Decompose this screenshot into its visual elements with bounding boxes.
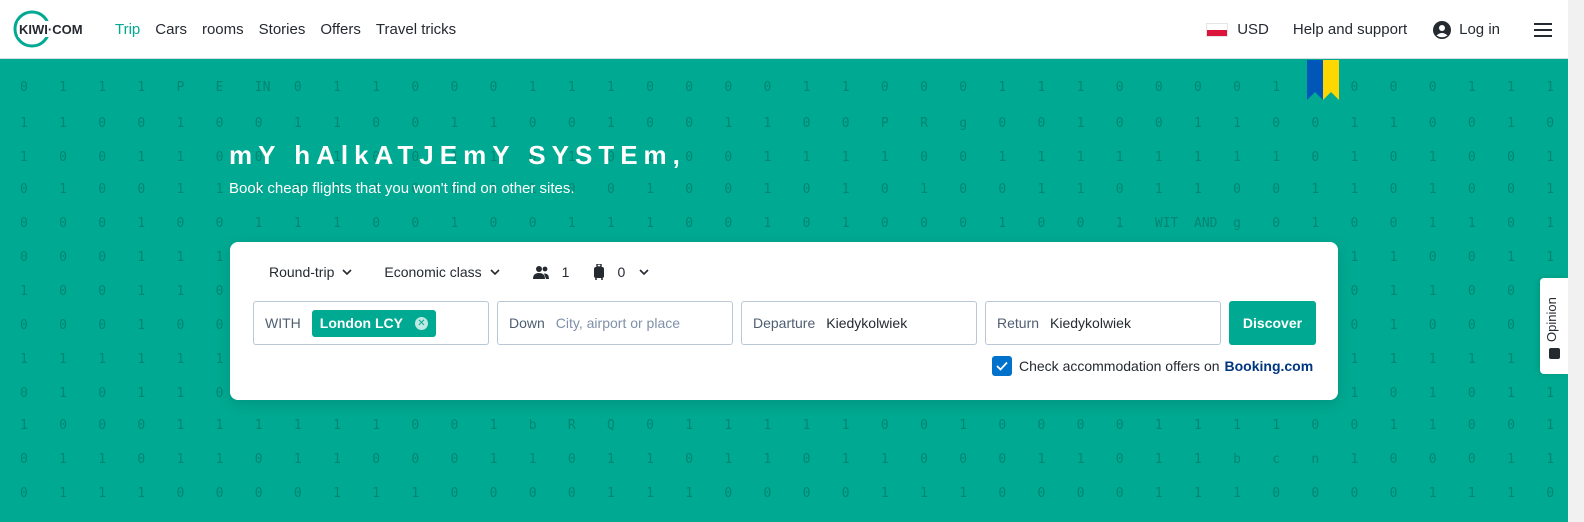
currency-selector[interactable]: USD [1206, 21, 1269, 38]
cabin-class-label: Economic class [384, 264, 482, 280]
chevron-down-icon [490, 269, 500, 275]
chevron-down-icon [639, 269, 649, 275]
origin-label: WITH [265, 315, 301, 331]
booking-text: Check accommodation offers on [1019, 358, 1220, 374]
booking-checkbox[interactable] [992, 356, 1012, 376]
return-value: Kiedykolwiek [1050, 315, 1131, 331]
destination-label: Down [509, 315, 545, 331]
currency-label: USD [1237, 21, 1269, 38]
opinion-label: Opinion [1544, 297, 1559, 342]
hamburger-menu-icon[interactable] [1534, 22, 1552, 37]
login-button[interactable]: Log in [1433, 20, 1500, 39]
origin-field[interactable]: WITH London LCY ✕ [253, 301, 489, 345]
poland-flag-icon [1206, 22, 1229, 37]
luggage-icon [594, 264, 605, 280]
destination-placeholder: City, airport or place [555, 315, 681, 331]
destination-field[interactable]: Down City, airport or place [497, 301, 733, 345]
search-card: Round-trip Economic class 1 0 WITH Londo… [230, 242, 1338, 400]
nav-cars[interactable]: Cars [155, 21, 187, 38]
logo-text: KIWI·COM [19, 22, 83, 37]
departure-field[interactable]: Departure Kiedykolwiek [741, 301, 977, 345]
bags-selector[interactable]: 0 [593, 264, 649, 280]
page-scrollbar[interactable] [1568, 0, 1584, 522]
nav-offers[interactable]: Offers [320, 21, 361, 38]
help-link[interactable]: Help and support [1293, 21, 1407, 38]
user-icon [1433, 20, 1452, 39]
feedback-icon [1549, 348, 1560, 359]
bags-count: 0 [617, 264, 626, 280]
header-right: USD Help and support Log in [1206, 0, 1584, 59]
nav-rooms[interactable]: rooms [202, 21, 244, 38]
origin-chip-label: London LCY [319, 315, 403, 331]
main-nav: Trip Cars rooms Stories Offers Travel tr… [115, 0, 471, 59]
passengers-count: 1 [561, 264, 570, 280]
top-header: KIWI·COM Trip Cars rooms Stories Offers … [0, 0, 1584, 59]
booking-checkbox-row[interactable]: Check accommodation offers on Booking.co… [992, 356, 1313, 376]
hero-title: mY hAlkATJEmY SYSTEm, [229, 140, 686, 170]
checkmark-icon [996, 361, 1008, 371]
departure-label: Departure [753, 315, 816, 331]
passengers-icon [532, 266, 549, 279]
opinion-tab[interactable]: Opinion [1540, 278, 1568, 374]
origin-chip[interactable]: London LCY ✕ [311, 309, 436, 337]
return-field[interactable]: Return Kiedykolwiek [985, 301, 1221, 345]
trip-type-label: Round-trip [269, 264, 335, 280]
nav-stories[interactable]: Stories [259, 21, 306, 38]
booking-brand: Booking.com [1224, 358, 1314, 374]
return-label: Return [997, 315, 1040, 331]
discover-button[interactable]: Discover [1229, 301, 1316, 345]
cabin-class-dropdown[interactable]: Economic class [384, 264, 500, 280]
search-options: Round-trip Economic class 1 0 [269, 264, 681, 280]
departure-value: Kiedykolwiek [826, 315, 908, 331]
kiwi-logo[interactable]: KIWI·COM [12, 9, 96, 49]
chevron-down-icon [342, 269, 352, 275]
nav-travel-tricks[interactable]: Travel tricks [376, 21, 456, 38]
trip-type-dropdown[interactable]: Round-trip [269, 264, 352, 280]
passengers-selector[interactable]: 1 [532, 264, 570, 280]
nav-trip[interactable]: Trip [115, 21, 140, 38]
ukraine-ribbon-icon [1307, 60, 1339, 100]
search-fields: WITH London LCY ✕ Down City, airport or … [253, 301, 1316, 345]
login-label: Log in [1459, 21, 1500, 38]
hero-subtitle: Book cheap flights that you won't find o… [229, 180, 575, 197]
remove-chip-icon[interactable]: ✕ [414, 316, 428, 330]
